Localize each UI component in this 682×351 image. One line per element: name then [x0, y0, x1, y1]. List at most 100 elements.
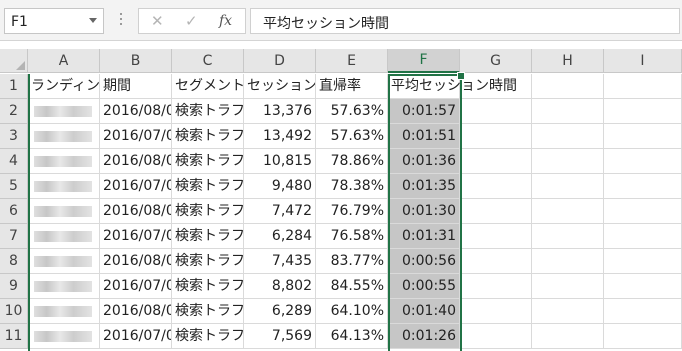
cell-f4[interactable]: 0:01:36: [388, 149, 460, 174]
cell-g9[interactable]: [460, 274, 532, 299]
row-header-4[interactable]: 4: [0, 149, 28, 174]
row-header-1[interactable]: 1: [0, 74, 28, 99]
cell-i7[interactable]: [604, 224, 682, 249]
cell-d5[interactable]: 9,480: [244, 174, 316, 199]
cell-e6[interactable]: 76.79%: [316, 199, 388, 224]
cell-d3[interactable]: 13,492: [244, 124, 316, 149]
column-header-a[interactable]: A: [28, 49, 100, 73]
cell-g2[interactable]: [460, 99, 532, 124]
row-header-3[interactable]: 3: [0, 124, 28, 149]
column-header-d[interactable]: D: [244, 49, 316, 73]
cell-f9[interactable]: 0:00:55: [388, 274, 460, 299]
cell-b11[interactable]: 2016/07/01: [100, 324, 172, 349]
column-header-i[interactable]: I: [604, 49, 682, 73]
row-header-5[interactable]: 5: [0, 174, 28, 199]
cell-c1[interactable]: セグメント: [172, 74, 244, 99]
cell-i4[interactable]: [604, 149, 682, 174]
cell-f6[interactable]: 0:01:30: [388, 199, 460, 224]
cell-g11[interactable]: [460, 324, 532, 349]
cell-c7[interactable]: 検索トラフィック: [172, 224, 244, 249]
cell-b7[interactable]: 2016/07/01: [100, 224, 172, 249]
cell-h1[interactable]: [532, 74, 604, 99]
cell-a6[interactable]: [28, 199, 100, 224]
cell-a10[interactable]: [28, 299, 100, 324]
cell-h9[interactable]: [532, 274, 604, 299]
cell-b6[interactable]: 2016/08/01: [100, 199, 172, 224]
cell-d1[interactable]: セッション: [244, 74, 316, 99]
cell-e5[interactable]: 78.38%: [316, 174, 388, 199]
cell-i6[interactable]: [604, 199, 682, 224]
cell-c11[interactable]: 検索トラフィック: [172, 324, 244, 349]
cell-e7[interactable]: 76.58%: [316, 224, 388, 249]
column-header-g[interactable]: G: [460, 49, 532, 73]
row-header-2[interactable]: 2: [0, 99, 28, 124]
cell-b3[interactable]: 2016/07/01: [100, 124, 172, 149]
formula-input[interactable]: 平均セッション時間: [250, 8, 680, 34]
cell-b4[interactable]: 2016/08/01: [100, 149, 172, 174]
row-header-10[interactable]: 10: [0, 299, 28, 324]
cell-e10[interactable]: 64.10%: [316, 299, 388, 324]
cell-e2[interactable]: 57.63%: [316, 99, 388, 124]
cell-e1[interactable]: 直帰率: [316, 74, 388, 99]
cell-b2[interactable]: 2016/08/01: [100, 99, 172, 124]
fill-handle[interactable]: [457, 72, 465, 80]
cell-d7[interactable]: 6,284: [244, 224, 316, 249]
cell-c10[interactable]: 検索トラフィック: [172, 299, 244, 324]
enter-icon[interactable]: ✓: [185, 12, 198, 30]
cell-h11[interactable]: [532, 324, 604, 349]
column-header-b[interactable]: B: [100, 49, 172, 73]
column-header-h[interactable]: H: [532, 49, 604, 73]
cell-c4[interactable]: 検索トラフィック: [172, 149, 244, 174]
column-header-e[interactable]: E: [316, 49, 388, 73]
cell-a4[interactable]: [28, 149, 100, 174]
row-header-11[interactable]: 11: [0, 324, 28, 349]
cell-f2[interactable]: 0:01:57: [388, 99, 460, 124]
cell-g10[interactable]: [460, 299, 532, 324]
cell-e9[interactable]: 84.55%: [316, 274, 388, 299]
cell-g7[interactable]: [460, 224, 532, 249]
cell-d11[interactable]: 7,569: [244, 324, 316, 349]
cell-h8[interactable]: [532, 249, 604, 274]
cell-h7[interactable]: [532, 224, 604, 249]
cell-d10[interactable]: 6,289: [244, 299, 316, 324]
cell-b9[interactable]: 2016/07/01: [100, 274, 172, 299]
cell-e4[interactable]: 78.86%: [316, 149, 388, 174]
cell-h4[interactable]: [532, 149, 604, 174]
row-header-7[interactable]: 7: [0, 224, 28, 249]
cell-a2[interactable]: [28, 99, 100, 124]
cell-c9[interactable]: 検索トラフィック: [172, 274, 244, 299]
cell-b10[interactable]: 2016/08/01: [100, 299, 172, 324]
cell-i8[interactable]: [604, 249, 682, 274]
cell-c6[interactable]: 検索トラフィック: [172, 199, 244, 224]
cell-h2[interactable]: [532, 99, 604, 124]
cell-i11[interactable]: [604, 324, 682, 349]
cell-b8[interactable]: 2016/08/01: [100, 249, 172, 274]
cell-a9[interactable]: [28, 274, 100, 299]
cell-b5[interactable]: 2016/07/01: [100, 174, 172, 199]
cell-c3[interactable]: 検索トラフィック: [172, 124, 244, 149]
insert-function-icon[interactable]: fx: [219, 13, 232, 29]
cell-b1[interactable]: 期間: [100, 74, 172, 99]
row-header-9[interactable]: 9: [0, 274, 28, 299]
cell-a7[interactable]: [28, 224, 100, 249]
cell-f11[interactable]: 0:01:26: [388, 324, 460, 349]
cell-c2[interactable]: 検索トラフィック: [172, 99, 244, 124]
name-box[interactable]: F1: [4, 8, 104, 34]
cell-e3[interactable]: 57.63%: [316, 124, 388, 149]
cell-f8[interactable]: 0:00:56: [388, 249, 460, 274]
cell-g4[interactable]: [460, 149, 532, 174]
cell-h5[interactable]: [532, 174, 604, 199]
cell-c8[interactable]: 検索トラフィック: [172, 249, 244, 274]
more-options-icon[interactable]: [118, 10, 124, 30]
chevron-down-icon[interactable]: [89, 18, 97, 23]
cell-a11[interactable]: [28, 324, 100, 349]
cell-h10[interactable]: [532, 299, 604, 324]
cancel-icon[interactable]: ✕: [151, 12, 164, 30]
cell-i5[interactable]: [604, 174, 682, 199]
cell-g8[interactable]: [460, 249, 532, 274]
cell-a3[interactable]: [28, 124, 100, 149]
cell-a1[interactable]: ランディングページ: [28, 74, 100, 99]
cell-f1[interactable]: 平均セッション時間: [388, 74, 517, 99]
column-header-f[interactable]: F: [388, 49, 460, 73]
cell-i2[interactable]: [604, 99, 682, 124]
